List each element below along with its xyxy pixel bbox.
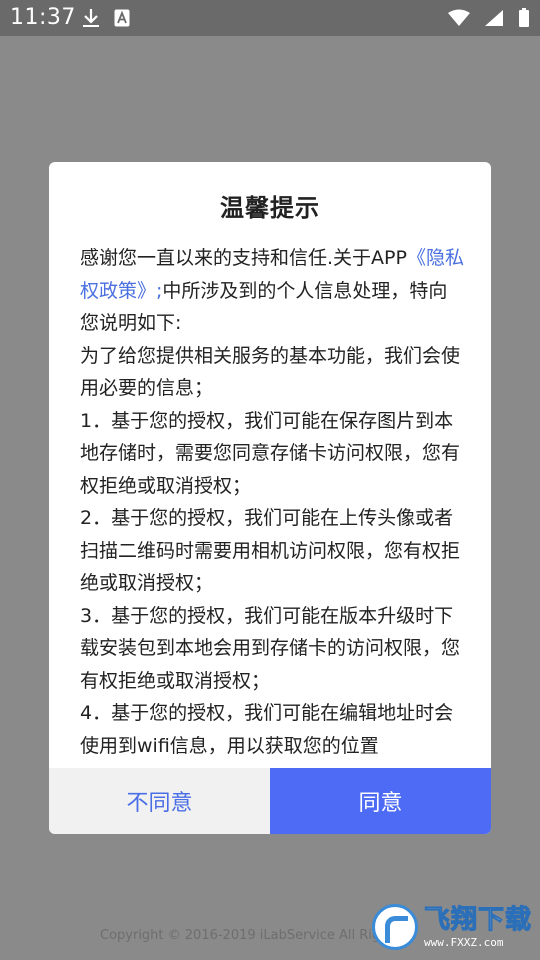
battery-icon — [518, 8, 530, 28]
agree-button[interactable]: 同意 — [270, 768, 491, 834]
watermark-text: 飞翔下载 www.FXXZ.com — [424, 904, 533, 949]
disagree-button[interactable]: 不同意 — [49, 768, 270, 834]
status-left-icons — [82, 8, 130, 28]
body-paragraph-0: 为了给您提供相关服务的基本功能，我们会使用必要的信息； — [80, 344, 461, 400]
copyright-text: Copyright © 2016-2019 iLabService All Ri… — [100, 928, 401, 943]
wifi-icon — [448, 9, 470, 27]
intro-paragraph: 感谢您一直以来的支持和信任.关于APP《隐私权政策》;中所涉及到的个人信息处理，… — [80, 242, 466, 340]
watermark-logo-icon — [372, 904, 418, 950]
download-icon — [82, 8, 100, 28]
a-box-icon — [114, 9, 130, 27]
status-right-icons — [448, 8, 530, 28]
body-paragraph-2: 2．基于您的授权，我们可能在上传头像或者扫描二维码时需要用相机访问权限，您有权拒… — [80, 507, 461, 594]
watermark-url: www.FXXZ.com — [424, 935, 504, 949]
body-paragraph-1: 1．基于您的授权，我们可能在保存图片到本地存储时，需要您同意存储卡访问权限，您有… — [80, 409, 461, 497]
screen: 11:37 温馨提示 感谢您一直以来的支持和信任.关于APP《隐私权政策》;中所… — [0, 0, 540, 960]
privacy-dialog: 温馨提示 感谢您一直以来的支持和信任.关于APP《隐私权政策》;中所涉及到的个人… — [49, 162, 491, 834]
signal-icon — [484, 9, 504, 27]
body-paragraph-3: 3．基于您的授权，我们可能在版本升级时下载安装包到本地会用到存储卡的访问权限，您… — [80, 604, 461, 692]
dialog-body[interactable]: 感谢您一直以来的支持和信任.关于APP《隐私权政策》;中所涉及到的个人信息处理，… — [80, 242, 466, 768]
body-paragraph-4: 4．基于您的授权，我们可能在编辑地址时会使用到wifi信息，用以获取您的位置 — [80, 702, 454, 757]
status-bar: 11:37 — [0, 0, 540, 36]
dialog-button-row: 不同意 同意 — [49, 768, 491, 834]
status-time: 11:37 — [10, 5, 76, 30]
watermark: 飞翔下载 www.FXXZ.com — [372, 900, 532, 954]
watermark-brand: 飞翔下载 — [424, 904, 533, 935]
intro-text-1: 感谢您一直以来的支持和信任.关于APP — [80, 247, 407, 269]
dialog-title: 温馨提示 — [220, 194, 320, 222]
